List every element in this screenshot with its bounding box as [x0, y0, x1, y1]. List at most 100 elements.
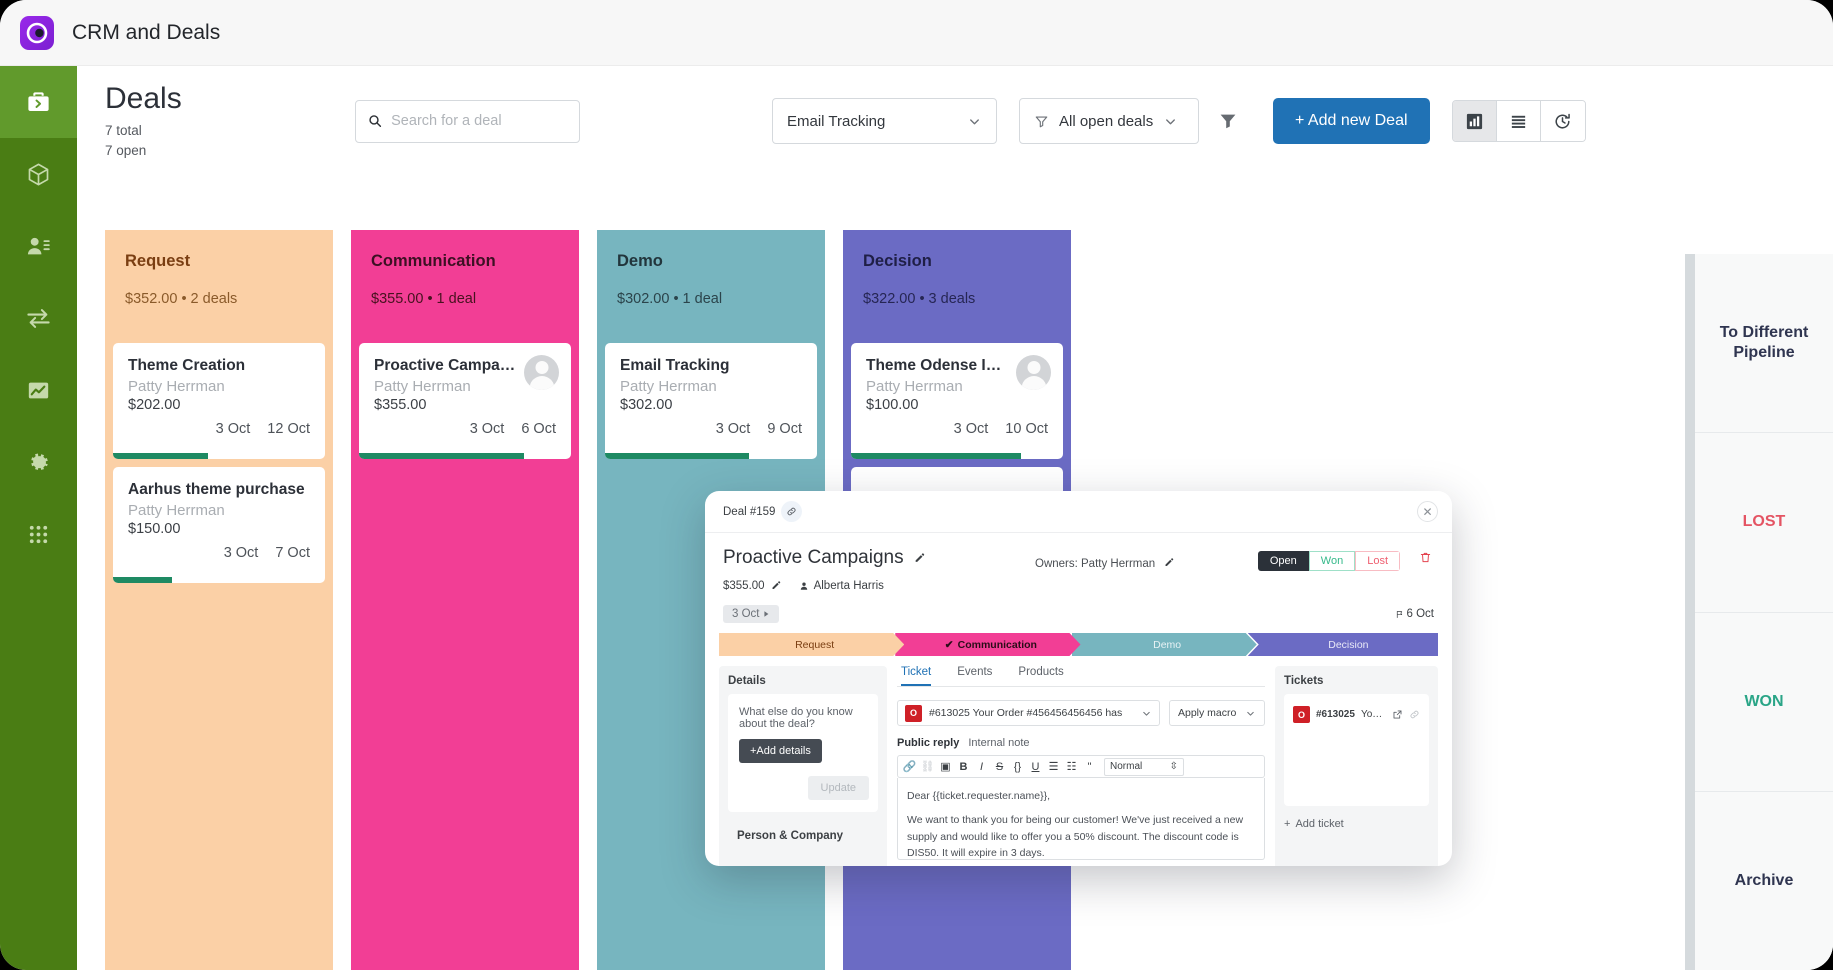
deal-card-amount: $100.00	[866, 397, 919, 413]
text-style-select[interactable]: Normal ⇳	[1104, 757, 1184, 776]
copy-link-icon[interactable]	[781, 501, 803, 522]
link-icon[interactable]: 🔗	[901, 757, 918, 776]
status-button-lost[interactable]: Lost	[1355, 551, 1400, 571]
sidebar-item-apps[interactable]	[0, 498, 77, 570]
app-body: Deals 7 total 7 open Email Tracking	[0, 66, 1833, 970]
deal-card-title: Aarhus theme purchase	[128, 481, 305, 498]
bold-icon[interactable]: B	[955, 757, 972, 776]
update-details-button[interactable]: Update	[807, 776, 869, 800]
pipeline-stage[interactable]: Request	[719, 633, 904, 656]
message-editor[interactable]: Dear {{ticket.requester.name}}, We want …	[897, 778, 1265, 860]
title-bar: CRM and Deals	[0, 0, 1833, 66]
unlink-icon[interactable]	[1409, 709, 1420, 720]
deal-card[interactable]: Email Tracking Patty Herrman $302.00 3 Oct 9…	[605, 343, 817, 459]
italic-icon[interactable]: I	[973, 757, 990, 776]
board-view-button[interactable]	[1452, 101, 1497, 141]
tickets-card: O #613025 Your Order …	[1284, 694, 1429, 806]
status-button-open[interactable]: Open	[1257, 551, 1309, 571]
deal-card-dates: 3 Oct 9 Oct	[620, 421, 802, 437]
pipeline-stage-label: Decision	[1328, 638, 1369, 651]
column-title: Communication	[371, 252, 496, 270]
edit-amount-icon[interactable]	[771, 577, 781, 595]
code-icon[interactable]: {}	[1009, 757, 1026, 776]
drop-zone[interactable]: WON	[1695, 613, 1833, 792]
unlink-icon[interactable]: ⛓	[919, 757, 936, 776]
deal-card[interactable]: Theme Creation Patty Herrman $202.00 3 Oct 1…	[113, 343, 325, 459]
deal-card-dates: 3 Oct 6 Oct	[374, 421, 556, 437]
sidebar-item-reports[interactable]	[0, 354, 77, 426]
pipeline-stage[interactable]: Decision	[1247, 633, 1438, 656]
add-ticket-button[interactable]: + Add ticket	[1284, 818, 1429, 830]
details-panel-title: Details	[728, 675, 766, 687]
main-content: Deals 7 total 7 open Email Tracking	[77, 66, 1833, 970]
strikethrough-icon[interactable]: S	[991, 757, 1008, 776]
advanced-filter-button[interactable]	[1205, 98, 1251, 144]
drop-zone[interactable]: To Different Pipeline	[1695, 254, 1833, 434]
deal-due-date: 7 Oct	[275, 545, 310, 561]
ticket-list-item[interactable]: O #613025 Your Order …	[1293, 706, 1420, 723]
sidebar-item-deals[interactable]	[0, 66, 77, 138]
add-new-deal-button[interactable]: + Add new Deal	[1273, 98, 1430, 144]
deal-detail-modal: Deal #159 ✕ Proactive Campaigns Owners: …	[705, 491, 1452, 866]
sidebar-item-transfers[interactable]	[0, 282, 77, 354]
pipeline-stage[interactable]: ✔ Communication	[895, 633, 1080, 656]
deal-start-date: 3 Oct	[953, 421, 989, 437]
search-box[interactable]	[355, 99, 580, 143]
stepper-arrows-icon: ⇳	[1169, 761, 1178, 772]
total-count: 7 total	[105, 122, 142, 138]
deal-date-row: 3 Oct 6 Oct	[705, 605, 1452, 623]
pipeline-select[interactable]: Email Tracking	[772, 98, 997, 144]
edit-deal-name-icon[interactable]	[914, 550, 925, 567]
ticket-select[interactable]: O #613025 Your Order #456456456456 has	[897, 700, 1160, 726]
sidebar-item-contacts[interactable]	[0, 210, 77, 282]
drop-zone[interactable]: Archive	[1695, 792, 1833, 970]
deal-filter-select[interactable]: All open deals	[1019, 98, 1199, 144]
deal-due-date: 9 Oct	[767, 421, 802, 437]
deal-card[interactable]: Proactive Campaigns Patty Herrman $355.00 3…	[359, 343, 571, 459]
drop-zone[interactable]: LOST	[1695, 433, 1833, 613]
image-icon[interactable]: ▣	[937, 757, 954, 776]
quote-icon[interactable]: "	[1081, 757, 1098, 776]
column-title: Demo	[617, 252, 663, 270]
status-button-won[interactable]: Won	[1308, 551, 1356, 571]
sidebar-item-settings[interactable]	[0, 426, 77, 498]
message-greeting: Dear {{ticket.requester.name}},	[907, 790, 1051, 802]
deal-card[interactable]: Theme Odense Imp… Patty Herrman $100.00 3 O…	[851, 343, 1063, 459]
tickets-panel: Tickets O #613025 Your Order …	[1275, 666, 1438, 866]
reply-tab[interactable]: Internal note	[968, 737, 1029, 749]
ticket-id: #613025	[1316, 709, 1355, 720]
tab-ticket[interactable]: Ticket	[901, 666, 932, 686]
delete-deal-button[interactable]	[1419, 551, 1432, 569]
underline-icon[interactable]: U	[1027, 757, 1044, 776]
plus-icon: +	[1284, 818, 1291, 830]
tab-products[interactable]: Products	[1018, 666, 1063, 686]
deal-contact[interactable]: Alberta Harris	[799, 580, 884, 592]
search-input[interactable]	[391, 113, 567, 129]
reply-tab[interactable]: Public reply	[897, 737, 959, 749]
apply-macro-select[interactable]: Apply macro	[1169, 700, 1265, 726]
column-summary: $352.00 • 2 deals	[125, 291, 238, 307]
modal-top-bar: Deal #159 ✕	[705, 491, 1452, 533]
sidebar-item-products[interactable]	[0, 138, 77, 210]
external-link-icon[interactable]	[1392, 709, 1403, 720]
deal-progress-bar	[359, 453, 525, 459]
chevron-down-icon	[1247, 711, 1254, 716]
tab-events[interactable]: Events	[957, 666, 992, 686]
edit-owners-icon[interactable]	[1164, 558, 1174, 570]
deal-start-date: 3 Oct	[223, 545, 259, 561]
history-view-button[interactable]	[1540, 101, 1585, 141]
add-details-button[interactable]: +Add details	[739, 739, 822, 763]
deal-card-amount: $150.00	[128, 521, 181, 537]
gear-icon	[31, 453, 48, 470]
person-company-section[interactable]: Person & Company	[728, 820, 878, 852]
deal-card-title: Email Tracking	[620, 357, 730, 374]
pipeline-stage[interactable]: Demo	[1072, 633, 1257, 656]
bullet-list-icon[interactable]: ☰	[1045, 757, 1062, 776]
list-view-button[interactable]	[1496, 101, 1541, 141]
close-modal-button[interactable]: ✕	[1417, 501, 1438, 522]
start-date-chip[interactable]: 3 Oct	[723, 605, 780, 623]
chevron-down-icon	[970, 118, 979, 124]
numbered-list-icon[interactable]: ☷	[1063, 757, 1080, 776]
avatar	[1016, 355, 1051, 390]
deal-card[interactable]: Aarhus theme purchase Patty Herrman $150.0…	[113, 467, 325, 583]
